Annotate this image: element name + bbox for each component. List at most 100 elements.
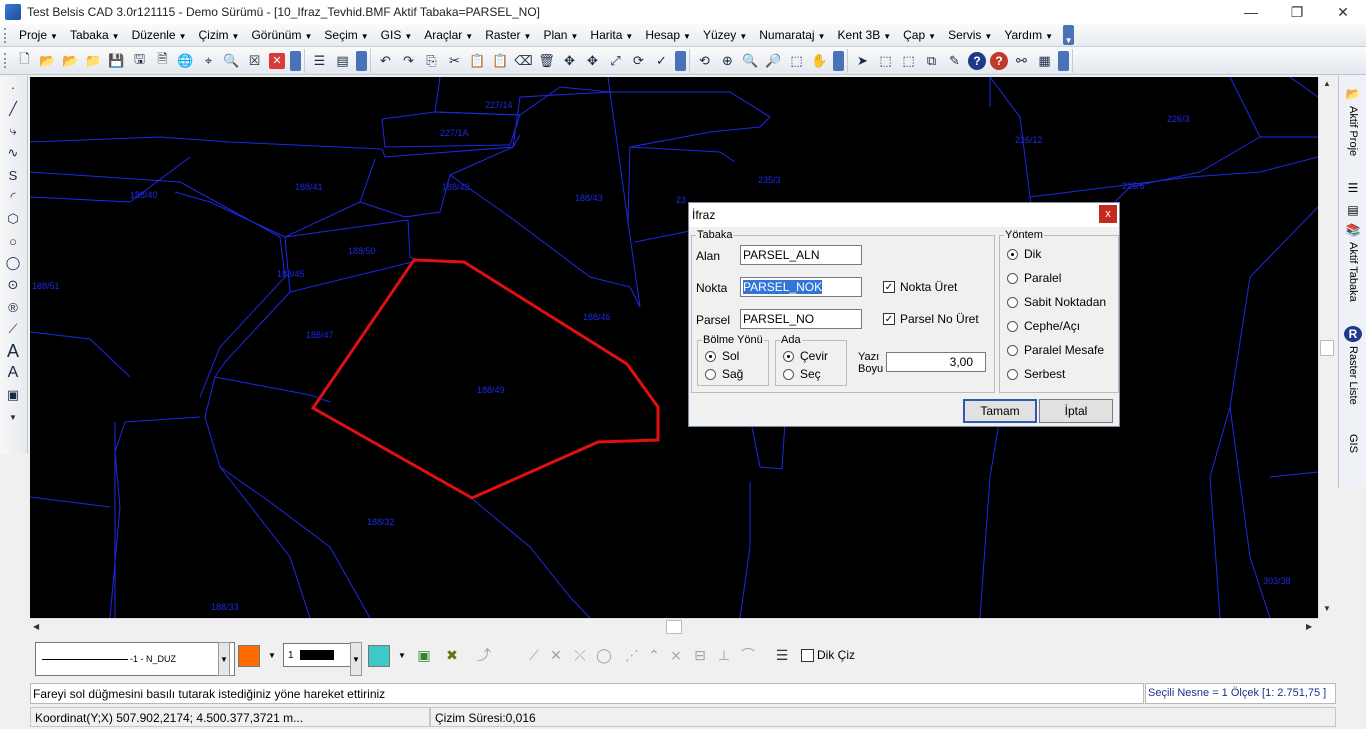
radio-sabit-noktadan[interactable]: Sabit Noktadan <box>1007 295 1106 309</box>
pan-hand-icon[interactable]: ✋ <box>809 50 831 72</box>
menu-gorunum[interactable]: Görünüm ▼ <box>245 28 318 42</box>
zoom-window-icon[interactable]: ⬚ <box>786 50 808 72</box>
tab-aktif-tabaka[interactable]: Aktif Tabaka <box>1342 242 1364 322</box>
snap-nearest-icon[interactable]: ⋰ <box>622 645 642 665</box>
dik-ciz-toggle[interactable]: Dik Çiz <box>801 648 855 662</box>
snap-quadrant-icon[interactable]: ⊟ <box>690 645 710 665</box>
binoculars-icon[interactable]: ⚯ <box>1011 50 1033 72</box>
undo-icon[interactable]: ↶ <box>375 50 397 72</box>
save-icon[interactable]: 💾 <box>106 50 128 72</box>
check-edit-icon[interactable]: ✓ <box>651 50 673 72</box>
radio-serbest-dot[interactable] <box>1007 368 1018 380</box>
radio-sol-dot[interactable] <box>705 350 716 362</box>
eraser-icon[interactable]: ⌫ <box>513 50 535 72</box>
curve-tool-icon[interactable]: S <box>0 164 26 186</box>
open-folder-icon[interactable]: 📂 <box>37 50 59 72</box>
radio-sabit-noktadan-dot[interactable] <box>1007 296 1018 308</box>
zoom-page-icon[interactable]: 🔍 <box>221 50 243 72</box>
select-arrow-icon[interactable]: ➤ <box>852 50 874 72</box>
maximize-button[interactable]: ❐ <box>1274 0 1320 24</box>
paste-special-icon[interactable]: 📋 <box>490 50 512 72</box>
radio-dik[interactable]: Dik <box>1007 247 1041 261</box>
toolbar-overflow-icon[interactable] <box>290 50 301 71</box>
cross-box-icon[interactable]: ☒ <box>244 50 266 72</box>
fill-color-dropdown-icon[interactable]: ▼ <box>392 645 412 665</box>
menu-plan[interactable]: Plan ▼ <box>537 28 584 42</box>
point-tool-icon[interactable]: · <box>0 76 26 98</box>
nokta-uret-checkbox[interactable]: ✓ Nokta Üret <box>883 280 957 294</box>
menu-proje[interactable]: Proje ▼ <box>13 28 64 42</box>
select-toolbar-overflow-icon[interactable] <box>1058 50 1069 71</box>
tab-aktif-proje[interactable]: Aktif Proje <box>1342 106 1364 176</box>
line-tool-icon[interactable]: ╱ <box>0 98 26 120</box>
radio-sag-dot[interactable] <box>705 368 716 380</box>
horizontal-scroll-thumb[interactable] <box>666 620 682 634</box>
polygon-tool-icon[interactable]: ⬡ <box>0 208 26 230</box>
menu-overflow-icon[interactable]: ▼ <box>1063 25 1075 45</box>
nokta-input[interactable]: PARSEL_NOK <box>740 277 862 297</box>
menu-harita[interactable]: Harita ▼ <box>584 28 639 42</box>
new-file-icon[interactable]: 🗋 <box>14 50 36 72</box>
radio-paralel-mesafe[interactable]: Paralel Mesafe <box>1007 343 1104 357</box>
parcel-map[interactable]: 227/14 227/1A 188/41 188/42 188/43 235/3… <box>30 77 1318 618</box>
menu-cizim[interactable]: Çizim ▼ <box>193 28 246 42</box>
hatch-icon[interactable]: ▣ <box>414 645 434 665</box>
dialog-titlebar[interactable]: İfraz x <box>689 203 1119 227</box>
target-icon[interactable]: ⌖ <box>198 50 220 72</box>
snap-perpendicular-icon[interactable]: ⤫ <box>570 645 590 665</box>
snap-cross-icon[interactable]: ✖ <box>442 645 462 665</box>
circle-radius-tool-icon[interactable]: ® <box>0 296 26 318</box>
zoom-center-icon[interactable]: ⊕ <box>717 50 739 72</box>
menu-kent3b[interactable]: Kent 3B ▼ <box>832 28 898 42</box>
linewidth-dropdown-icon[interactable]: ▼ <box>350 642 362 676</box>
toolbox-overflow-icon[interactable]: ▼ <box>0 406 26 428</box>
layer-list-icon[interactable]: ▤ <box>1344 202 1362 218</box>
snap-midpoint-icon[interactable]: ⌃ <box>644 645 664 665</box>
menu-cap[interactable]: Çap ▼ <box>897 28 942 42</box>
radio-cephe-aci[interactable]: Cephe/Açı <box>1007 319 1080 333</box>
layers-icon[interactable]: ☰ <box>309 50 331 72</box>
edit-toolbar-overflow-icon[interactable] <box>675 50 686 71</box>
rotate-icon[interactable]: ⟳ <box>628 50 650 72</box>
menu-yuzey[interactable]: Yüzey ▼ <box>697 28 753 42</box>
properties-icon[interactable]: ✎ <box>944 50 966 72</box>
help-icon[interactable]: ? <box>968 51 986 70</box>
snap-tangent-icon[interactable]: ⤴ <box>474 645 494 665</box>
menu-araclar[interactable]: Araçlar ▼ <box>418 28 479 42</box>
linetype-dropdown-icon[interactable]: ▼ <box>218 642 230 676</box>
radio-cevir-dot[interactable] <box>783 350 794 362</box>
menu-gis[interactable]: GIS ▼ <box>375 28 419 42</box>
yazi-boyu-input[interactable]: 3,00 <box>886 352 986 372</box>
circle-3p-tool-icon[interactable]: ◯ <box>0 252 26 274</box>
arc-tool-icon[interactable]: ◜ <box>0 186 26 208</box>
radio-paralel-mesafe-dot[interactable] <box>1007 344 1018 356</box>
selected-parcel-outline[interactable] <box>310 258 660 500</box>
scroll-right-icon[interactable]: ▶ <box>1306 622 1312 631</box>
scroll-down-icon[interactable]: ▼ <box>1323 604 1331 613</box>
nokta-uret-check-icon[interactable]: ✓ <box>883 281 895 293</box>
save-as-icon[interactable]: 🖫 <box>129 50 151 72</box>
layer-stack-icon[interactable]: ☰ <box>772 645 792 665</box>
zoom-in-icon[interactable]: 🔍 <box>740 50 762 72</box>
horizontal-scrollbar[interactable]: ◀ ▶ <box>30 618 1318 635</box>
radio-cephe-aci-dot[interactable] <box>1007 320 1018 332</box>
layer-settings-icon[interactable]: ▤ <box>332 50 354 72</box>
radio-sol[interactable]: Sol <box>705 349 739 363</box>
dik-ciz-checkbox[interactable] <box>801 648 814 662</box>
circle-tool-icon[interactable]: ○ <box>0 230 26 252</box>
redo-icon[interactable]: ↷ <box>398 50 420 72</box>
parsel-no-uret-check-icon[interactable]: ✓ <box>883 313 895 325</box>
layer-toolbar-overflow-icon[interactable] <box>356 50 367 71</box>
menu-duzenle[interactable]: Düzenle ▼ <box>126 28 193 42</box>
context-help-icon[interactable]: ? <box>990 51 1008 70</box>
dialog-close-button[interactable]: x <box>1099 205 1117 223</box>
delete-icon[interactable]: 🗑 <box>536 50 558 72</box>
radio-sec[interactable]: Seç <box>783 367 821 381</box>
tab-gis[interactable]: GIS <box>1342 434 1364 474</box>
add-folder-icon[interactable]: 📁 <box>83 50 105 72</box>
select-group-icon[interactable]: ⧉ <box>921 50 943 72</box>
radio-sec-dot[interactable] <box>783 368 794 380</box>
project-folder-icon[interactable]: 📂 <box>1344 86 1362 102</box>
parsel-input[interactable]: PARSEL_NO <box>740 309 862 329</box>
vertical-scroll-thumb[interactable] <box>1320 340 1334 356</box>
